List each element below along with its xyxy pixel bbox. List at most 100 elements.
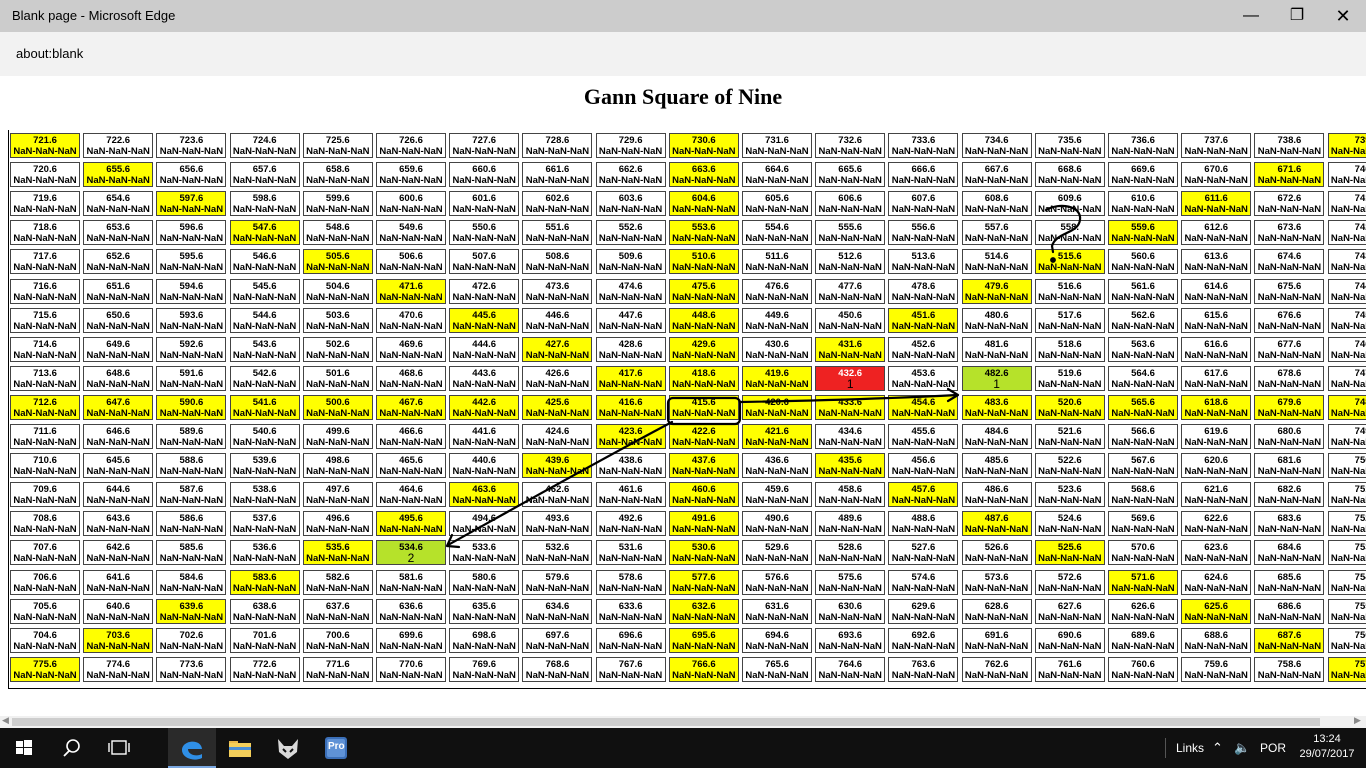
grid-cell: 735.6 NaN-NaN-NaN xyxy=(1034,133,1105,158)
grid-cell-value: 688.6 xyxy=(1204,629,1229,641)
grid-cell-value: 677.6 xyxy=(1277,338,1302,350)
grid-cell: 742NaN-NaN-NaN xyxy=(1327,220,1366,246)
grid-cell: 623.6 NaN-NaN-NaN xyxy=(1181,540,1252,566)
task-view-button[interactable] xyxy=(96,728,144,768)
grid-cell: 554.6 NaN-NaN-NaN xyxy=(742,220,812,246)
grid-cell-value: 714.6 xyxy=(33,338,57,350)
taskbar-app-pro[interactable]: Pro xyxy=(312,728,360,768)
grid-cell-sublabel: NaN-NaN-NaN xyxy=(598,640,663,652)
grid-cell-value: 474.6 xyxy=(618,280,643,292)
grid-cell: 664.6 NaN-NaN-NaN xyxy=(742,162,812,188)
restore-button[interactable]: ❐ xyxy=(1274,0,1320,32)
grid-cell-sublabel: NaN-NaN-NaN xyxy=(672,407,736,419)
links-toolbar[interactable]: Links xyxy=(1176,728,1204,768)
grid-cell-sublabel: NaN-NaN-NaN xyxy=(525,204,590,216)
grid-cell-sublabel: NaN-NaN-NaN xyxy=(379,320,443,332)
taskbar-app-fox[interactable] xyxy=(264,728,312,768)
grid-cell-value: 599.6 xyxy=(325,193,350,205)
language-indicator[interactable]: POR xyxy=(1260,728,1286,768)
address-url[interactable]: about:blank xyxy=(16,46,83,61)
grid-cell: 529.6 NaN-NaN-NaN xyxy=(742,540,812,566)
grid-cell-sublabel: NaN-NaN-NaN xyxy=(1330,378,1366,390)
grid-cell: 699.6 NaN-NaN-NaN xyxy=(376,627,446,653)
grid-cell-value: 443.6 xyxy=(472,367,497,379)
grid-cell-sublabel: NaN-NaN-NaN xyxy=(306,582,370,594)
grid-cell: 679.6 NaN-NaN-NaN xyxy=(1254,394,1325,420)
taskbar-app-explorer[interactable] xyxy=(216,728,264,768)
grid-cell-value: 707.6 xyxy=(33,542,57,554)
scroll-left-arrow-icon[interactable]: ◀ xyxy=(2,715,9,726)
grid-cell-value: 417.6 xyxy=(618,367,643,379)
grid-cell-sublabel: NaN-NaN-NaN xyxy=(964,407,1029,419)
grid-cell: 465.6 NaN-NaN-NaN xyxy=(376,453,446,479)
horizontal-scrollbar[interactable]: ◀ ▶ xyxy=(0,715,1366,728)
grid-cell: 625.6 NaN-NaN-NaN xyxy=(1181,598,1252,624)
grid-cell-value: 540.6 xyxy=(252,426,277,437)
grid-cell: 548.6 NaN-NaN-NaN xyxy=(302,220,373,246)
grid-cell: 455.6 NaN-NaN-NaN xyxy=(888,424,959,449)
grid-cell-value: 757 xyxy=(1354,658,1366,670)
minimize-button[interactable]: — xyxy=(1228,0,1274,32)
grid-cell-value: 514.6 xyxy=(984,251,1009,263)
system-clock[interactable]: 13:24 29/07/2017 xyxy=(1296,732,1358,762)
close-button[interactable]: ✕ xyxy=(1320,0,1366,32)
grid-cell-value: 542.6 xyxy=(252,367,277,379)
grid-cell-sublabel: NaN-NaN-NaN xyxy=(13,669,77,681)
scrollbar-thumb[interactable] xyxy=(12,718,1320,726)
grid-cell-sublabel: NaN-NaN-NaN xyxy=(1257,291,1322,303)
grid-cell-value: 613.6 xyxy=(1204,251,1229,263)
grid-cell: 694.6 NaN-NaN-NaN xyxy=(742,627,812,653)
grid-cell: 585.6 NaN-NaN-NaN xyxy=(156,540,227,566)
taskbar-app-edge[interactable] xyxy=(168,728,216,768)
grid-cell-value: 667.6 xyxy=(984,164,1009,176)
volume-icon[interactable]: 🔈 xyxy=(1234,728,1250,768)
grid-cell-sublabel: NaN-NaN-NaN xyxy=(598,378,663,390)
grid-cell-value: 753 xyxy=(1354,542,1366,554)
grid-cell: 713.6 NaN-NaN-NaN xyxy=(10,365,80,391)
grid-cell-value: 670.6 xyxy=(1204,164,1229,176)
grid-cell-value: 495.6 xyxy=(399,513,423,525)
grid-cell-value: 497.6 xyxy=(325,484,350,496)
grid-cell-value: 544.6 xyxy=(252,309,277,321)
grid-cell: 434.6 NaN-NaN-NaN xyxy=(815,424,886,449)
grid-cell-sublabel: NaN-NaN-NaN xyxy=(1038,407,1102,419)
grid-cell-value: 473.6 xyxy=(545,280,570,292)
address-bar[interactable]: about:blank xyxy=(0,32,1366,76)
grid-cell: 640.6 NaN-NaN-NaN xyxy=(83,598,154,624)
grid-cell: 444.6 NaN-NaN-NaN xyxy=(449,336,520,362)
grid-cell: 538.6 NaN-NaN-NaN xyxy=(229,482,300,508)
grid-cell: 519.6 NaN-NaN-NaN xyxy=(1034,365,1105,391)
grid-cell-sublabel: NaN-NaN-NaN xyxy=(1111,291,1175,303)
start-button[interactable] xyxy=(0,728,48,768)
grid-cell-value: 422.6 xyxy=(691,426,716,437)
grid-cell-sublabel: NaN-NaN-NaN xyxy=(1111,669,1175,681)
scroll-right-arrow-icon[interactable]: ▶ xyxy=(1354,715,1361,726)
grid-cell: 512.6 NaN-NaN-NaN xyxy=(815,249,886,275)
grid-cell: 775.6 NaN-NaN-NaN xyxy=(10,656,80,682)
grid-cell: 647.6 NaN-NaN-NaN xyxy=(83,394,154,420)
grid-cell: 733.6 NaN-NaN-NaN xyxy=(888,133,959,158)
grid-cell-value: 666.6 xyxy=(911,164,936,176)
grid-cell-value: 775.6 xyxy=(33,658,57,670)
grid-cell-sublabel: NaN-NaN-NaN xyxy=(672,466,736,478)
search-button[interactable] xyxy=(48,728,96,768)
grid-cell: 441.6 NaN-NaN-NaN xyxy=(449,424,520,449)
grid-cell: 456.6 NaN-NaN-NaN xyxy=(888,453,959,479)
grid-cell: 577.6 NaN-NaN-NaN xyxy=(668,569,739,595)
grid-cell-sublabel: NaN-NaN-NaN xyxy=(1111,378,1175,390)
grid-cell: 424.6 NaN-NaN-NaN xyxy=(522,424,593,449)
window-title: Blank page - Microsoft Edge xyxy=(12,8,176,23)
grid-cell: 553.6 NaN-NaN-NaN xyxy=(668,220,739,246)
grid-cell-sublabel: NaN-NaN-NaN xyxy=(525,291,590,303)
grid-cell-value: 650.6 xyxy=(106,309,131,321)
grid-cell-sublabel: NaN-NaN-NaN xyxy=(818,349,882,361)
grid-cell: 516.6 NaN-NaN-NaN xyxy=(1034,278,1105,304)
grid-cell-value: 683.6 xyxy=(1277,513,1302,525)
grid-cell: 417.6 NaN-NaN-NaN xyxy=(595,365,666,391)
grid-cell-value: 717.6 xyxy=(33,251,57,263)
grid-cell-sublabel: NaN-NaN-NaN xyxy=(525,349,590,361)
grid-cell-value: 595.6 xyxy=(179,251,204,263)
grid-cell-value: 636.6 xyxy=(399,600,423,612)
chevron-up-icon[interactable]: ⌃ xyxy=(1212,728,1223,768)
grid-cell-value: 535.6 xyxy=(325,542,350,554)
